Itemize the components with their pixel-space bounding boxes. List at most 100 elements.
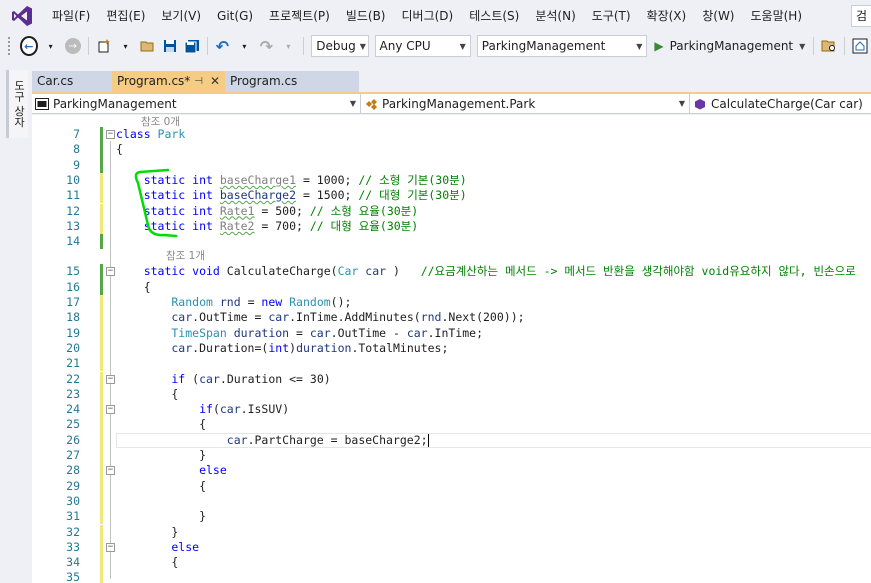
code-token: class — [116, 127, 158, 141]
code-editor[interactable]: 참조 0개 7− class Park 8{9 10 static int baseC… — [32, 115, 871, 583]
project-dropdown[interactable]: ParkingManagement ▼ — [32, 94, 361, 113]
code-line[interactable]: 10 static int baseCharge1 = 1000; // 소형 … — [32, 172, 871, 189]
browse-folder-button[interactable] — [820, 35, 838, 57]
code-text: if (car.Duration <= 30) — [116, 372, 330, 387]
type-dropdown[interactable]: ParkingManagement.Park ▼ — [361, 94, 690, 113]
menu-item[interactable]: 빌드(B) — [338, 0, 394, 32]
code-line[interactable]: 8{ — [32, 142, 871, 158]
code-line[interactable]: 35 — [32, 570, 871, 583]
collapse-icon[interactable]: − — [106, 374, 115, 384]
code-line[interactable]: 28 − else — [32, 463, 871, 479]
redo-button[interactable]: ↷ — [257, 35, 275, 57]
undo-dropdown-icon[interactable]: ▾ — [235, 35, 253, 57]
save-icon — [163, 40, 176, 52]
toolbar-grip[interactable] — [8, 37, 12, 55]
code-line[interactable]: 22 − if (car.Duration <= 30) — [32, 371, 871, 387]
new-project-button[interactable] — [95, 35, 113, 57]
configuration-dropdown[interactable]: Debug ▼ — [311, 35, 369, 57]
project-name: ParkingManagement — [53, 96, 177, 111]
code-text: car.Duration=(int)duration.TotalMinutes; — [116, 341, 448, 356]
code-line[interactable]: 13 static int Rate2 = 700; // 대형 요율(30분) — [32, 218, 871, 235]
line-number: 16 — [66, 279, 80, 294]
code-line[interactable]: 11 static int baseCharge2 = 1500; // 대형 … — [32, 188, 871, 204]
code-line[interactable]: 7 − class Park — [32, 127, 871, 143]
collapse-icon[interactable]: − — [106, 542, 115, 552]
code-line[interactable]: 30 — [32, 493, 871, 510]
code-token: Rate1 — [219, 203, 255, 218]
line-number: 32 — [66, 524, 80, 539]
code-line[interactable]: 16 { — [32, 279, 871, 295]
saved-change-marker — [100, 264, 103, 280]
menu-item[interactable]: 편집(E) — [98, 0, 153, 32]
code-token: static int — [116, 188, 220, 203]
home-icon — [852, 38, 868, 54]
startup-project-dropdown[interactable]: ParkingManagement ▼ — [476, 35, 648, 57]
save-all-button[interactable] — [183, 35, 201, 57]
redo-dropdown-icon[interactable]: ▾ — [279, 35, 297, 57]
code-line[interactable]: 18 car.OutTime = car.InTime.AddMinutes(r… — [32, 310, 871, 326]
tab-program-cs[interactable]: Program.cs — [225, 71, 359, 92]
new-dropdown-icon[interactable]: ▾ — [117, 35, 135, 57]
menu-item[interactable]: 테스트(S) — [461, 0, 527, 32]
start-debugging-button[interactable]: ▶ ParkingManagement ▼ — [650, 35, 809, 57]
line-number: 26 — [66, 432, 80, 447]
code-line[interactable]: 29 { — [32, 478, 871, 494]
code-line[interactable]: 26 car.PartCharge = baseCharge2; — [32, 432, 871, 448]
member-dropdown[interactable]: CalculateCharge(Car car) — [690, 94, 871, 113]
menu-item[interactable]: 파일(F) — [44, 0, 98, 32]
unsaved-change-marker — [100, 402, 103, 418]
save-button[interactable] — [161, 35, 179, 57]
menu-item[interactable]: 확장(X) — [639, 0, 695, 32]
code-line[interactable]: 33 − else — [32, 539, 871, 556]
collapse-icon[interactable]: − — [106, 466, 115, 476]
chevron-down-icon: ▼ — [678, 99, 685, 108]
collapse-icon[interactable]: − — [106, 130, 115, 139]
undo-button[interactable]: ↶ — [213, 35, 231, 57]
toolbox-tab[interactable]: 도구 상자 — [6, 70, 28, 138]
code-line[interactable]: 12 static int Rate1 = 500; // 소형 요율(30분) — [32, 203, 871, 219]
code-line[interactable]: 24 − if(car.IsSUV) — [32, 402, 871, 418]
code-line[interactable]: 19 TimeSpan duration = car.OutTime - car… — [32, 325, 871, 341]
code-text: } — [116, 448, 206, 463]
menu-item[interactable]: 프로젝트(P) — [261, 0, 338, 32]
collapse-icon[interactable]: − — [106, 405, 115, 415]
tab-program-cs-modified[interactable]: Program.cs* ⊣ ✕ — [112, 71, 225, 92]
menu-item[interactable]: 창(W) — [694, 0, 742, 32]
home-button[interactable] — [851, 35, 869, 57]
code-line[interactable]: 34 { — [32, 555, 871, 571]
open-file-button[interactable] — [139, 35, 157, 57]
menu-item[interactable]: 보기(V) — [153, 0, 209, 32]
code-line[interactable]: 21 — [32, 356, 871, 372]
code-line[interactable]: 9 — [32, 157, 871, 173]
code-line[interactable]: 15 − static void CalculateCharge(Car car … — [32, 264, 871, 280]
code-line[interactable]: 31 } — [32, 509, 871, 525]
menu-item[interactable]: 디버그(D) — [394, 0, 462, 32]
search-input[interactable]: 검 — [851, 5, 871, 27]
menu-item[interactable]: 분석(N) — [527, 0, 583, 32]
code-line[interactable]: 20 car.Duration=(int)duration.TotalMinut… — [32, 340, 871, 357]
code-text: { — [116, 387, 178, 402]
menu-item[interactable]: Git(G) — [209, 0, 261, 32]
back-dropdown-icon[interactable]: ▾ — [42, 35, 60, 57]
menu-item[interactable]: 도움말(H) — [743, 0, 811, 32]
code-text: else — [116, 463, 227, 478]
navigate-forward-button[interactable]: → — [64, 35, 82, 57]
code-token: else — [116, 539, 200, 554]
menu-item[interactable]: 도구(T) — [584, 0, 639, 32]
close-icon[interactable]: ✕ — [210, 71, 220, 92]
navigate-back-button[interactable]: ← — [19, 35, 38, 57]
visual-studio-logo-icon[interactable] — [0, 0, 44, 32]
tab-car-cs[interactable]: Car.cs — [32, 71, 112, 92]
code-line[interactable]: 14 — [32, 234, 871, 250]
collapse-icon[interactable]: − — [106, 267, 115, 277]
platform-dropdown[interactable]: Any CPU ▼ — [374, 35, 471, 57]
line-number: 18 — [66, 310, 80, 325]
code-line[interactable]: 25 { — [32, 417, 871, 433]
pin-icon[interactable]: ⊣ — [194, 71, 203, 92]
codelens-references[interactable]: 참조 1개 — [166, 249, 205, 264]
code-line[interactable]: 23 { — [32, 386, 871, 403]
chevron-down-icon: ▼ — [359, 41, 366, 51]
code-line[interactable]: 27 } — [32, 448, 871, 464]
code-line[interactable]: 17 Random rnd = new Random(); — [32, 295, 871, 311]
code-line[interactable]: 32 } — [32, 524, 871, 540]
